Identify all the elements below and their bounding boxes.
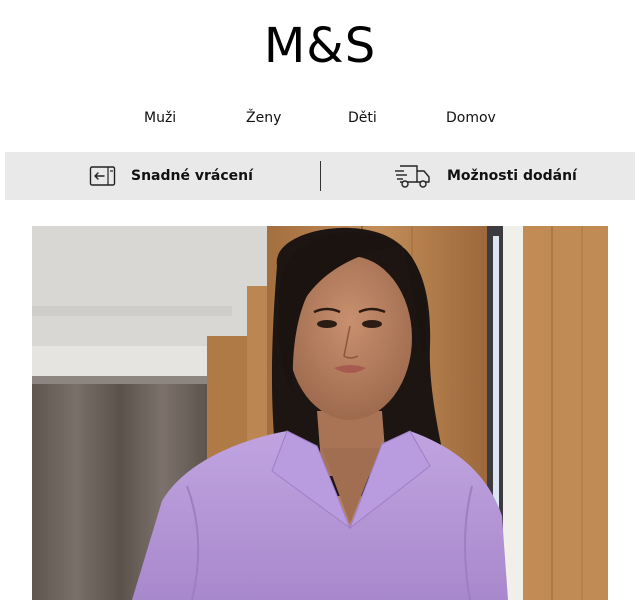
hero-image[interactable] <box>32 226 608 600</box>
brand-logo[interactable]: M&S <box>0 18 640 74</box>
nav-item-women[interactable]: Ženy <box>246 106 281 130</box>
delivery-options-link[interactable]: Možnosti dodání <box>393 152 577 200</box>
return-card-icon <box>89 164 117 188</box>
nav-item-home[interactable]: Domov <box>446 106 496 130</box>
benefits-bar: Snadné vrácení Možnosti dodání <box>5 152 635 200</box>
nav-item-kids[interactable]: Děti <box>348 106 377 130</box>
category-nav: Muži Ženy Děti Domov <box>0 106 640 130</box>
easy-returns-label: Snadné vrácení <box>131 168 253 184</box>
benefits-divider <box>320 161 321 191</box>
delivery-truck-icon <box>393 162 433 190</box>
delivery-options-label: Možnosti dodání <box>447 168 577 184</box>
nav-item-men[interactable]: Muži <box>144 106 176 130</box>
email-page: M&S Muži Ženy Děti Domov Snadné vrácení <box>0 0 640 600</box>
easy-returns-link[interactable]: Snadné vrácení <box>89 152 253 200</box>
hero-image-illustration <box>32 226 608 600</box>
